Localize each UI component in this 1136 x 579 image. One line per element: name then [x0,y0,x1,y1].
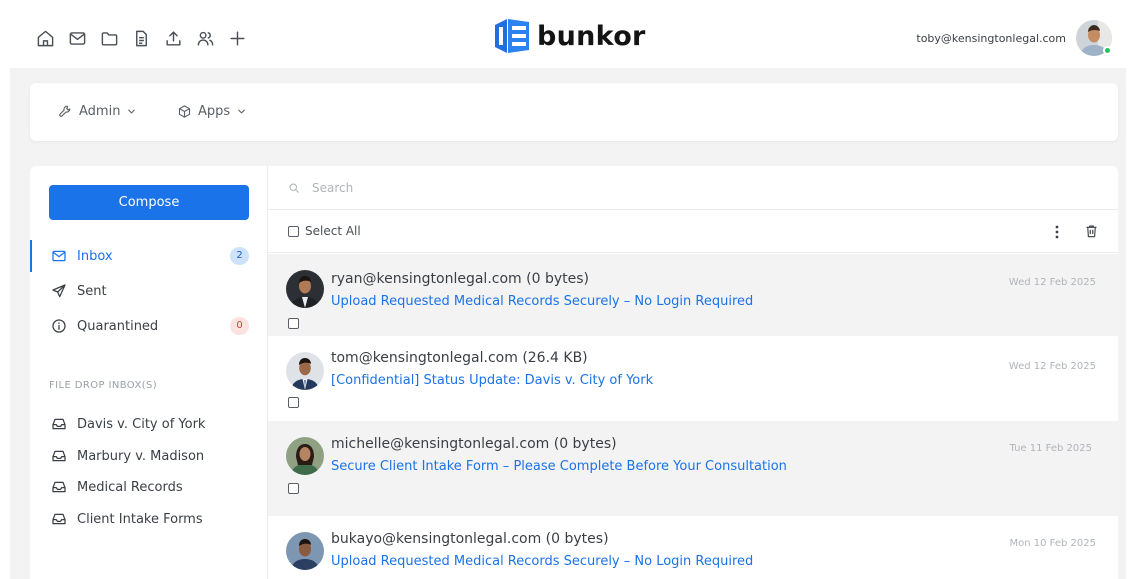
select-all-checkbox[interactable] [288,225,299,237]
file-drop-item[interactable]: Davis v. City of York [51,416,205,432]
logo[interactable]: bunkor [493,18,646,54]
inbox-tray-icon [51,448,67,464]
folder-icon[interactable] [100,29,119,48]
search-bar [268,166,1118,210]
top-nav-icons [36,29,247,48]
admin-menu[interactable]: Admin [58,104,137,119]
sidebar-item-label: Inbox [77,248,113,264]
message-row[interactable]: michelle@kensingtonlegal.com (0 bytes) S… [268,421,1118,516]
select-all-label: Select All [305,224,361,238]
logo-text: bunkor [537,20,646,52]
wrench-icon [58,104,73,119]
file-drop-section-title: FILE DROP INBOX(S) [49,380,158,391]
mail-sidebar: Compose Inbox 2 Sent Quarantined 0 FILE … [30,166,268,579]
file-drop-item[interactable]: Marbury v. Madison [51,448,204,464]
send-icon [51,283,67,299]
home-icon[interactable] [36,29,55,48]
quarantine-count-badge: 0 [230,317,249,335]
file-drop-item-label: Marbury v. Madison [77,448,205,464]
message-sender: bukayo@kensingtonlegal.com (0 bytes) [331,531,609,547]
message-checkbox[interactable] [288,318,299,329]
inbox-tray-icon [51,511,67,527]
message-date: Wed 12 Feb 2025 [1008,277,1096,288]
sidebar-item-label: Sent [77,283,107,299]
compose-button[interactable]: Compose [49,185,249,220]
message-subject[interactable]: Upload Requested Medical Records Securel… [331,554,753,569]
message-checkbox[interactable] [288,483,299,494]
file-drop-item-label: Medical Records [77,479,183,495]
mail-panel: Compose Inbox 2 Sent Quarantined 0 FILE … [30,166,1118,579]
admin-menu-label: Admin [79,104,121,119]
message-row[interactable]: ryan@kensingtonlegal.com (0 bytes) Uploa… [268,254,1118,336]
online-status-indicator [1103,46,1112,55]
info-icon [51,318,67,334]
file-drop-item-label: Davis v. City of York [77,416,206,432]
sender-avatar [286,437,324,475]
message-row[interactable]: bukayo@kensingtonlegal.com (0 bytes) Upl… [268,516,1118,579]
apps-menu-label: Apps [198,104,231,119]
chevron-down-icon [126,106,137,117]
file-drop-item[interactable]: Medical Records [51,479,183,495]
message-date: Mon 10 Feb 2025 [1009,538,1097,549]
document-icon[interactable] [132,29,151,48]
apps-menu[interactable]: Apps [177,104,247,119]
message-list-area: Select All ryan@kensingtonlegal.com (0 b… [268,166,1118,579]
user-menu[interactable]: toby@kensingtonlegal.com [916,20,1112,56]
message-subject[interactable]: [Confidential] Status Update: Davis v. C… [331,373,653,388]
message-toolbar: Select All [268,210,1118,253]
top-bar: bunkor toby@kensingtonlegal.com [0,0,1136,68]
inbox-tray-icon [51,416,67,432]
user-email: toby@kensingtonlegal.com [916,31,1066,45]
file-drop-item-label: Client Intake Forms [77,511,203,527]
admin-toolbar: Admin Apps [30,83,1118,141]
message-checkbox[interactable] [288,397,299,408]
message-subject[interactable]: Secure Client Intake Form – Please Compl… [331,459,787,474]
logo-mark-icon [493,18,531,54]
avatar[interactable] [1076,20,1112,56]
sender-avatar [286,270,324,308]
trash-icon[interactable] [1084,223,1099,239]
unread-count-badge: 2 [230,247,249,265]
mail-icon [51,248,67,264]
more-options-icon[interactable] [1054,224,1060,240]
sidebar-item-inbox[interactable]: Inbox 2 [30,240,267,272]
file-drop-item[interactable]: Client Intake Forms [51,511,203,527]
sidebar-item-sent[interactable]: Sent [30,275,267,307]
message-subject[interactable]: Upload Requested Medical Records Securel… [331,294,753,309]
sender-avatar [286,352,324,390]
chevron-down-icon [236,106,247,117]
plus-icon[interactable] [228,29,247,48]
message-date: Tue 11 Feb 2025 [1009,443,1093,454]
sender-avatar [286,532,324,570]
upload-icon[interactable] [164,29,183,48]
box-icon [177,104,192,119]
select-all[interactable]: Select All [288,224,361,238]
message-sender: ryan@kensingtonlegal.com (0 bytes) [331,271,589,287]
message-date: Wed 12 Feb 2025 [1008,361,1096,372]
inbox-tray-icon [51,479,67,495]
search-icon [288,182,300,194]
sidebar-item-quarantined[interactable]: Quarantined 0 [30,310,267,342]
search-input[interactable] [312,180,1012,195]
mail-icon[interactable] [68,29,87,48]
users-icon[interactable] [196,29,215,48]
message-sender: michelle@kensingtonlegal.com (0 bytes) [331,436,617,452]
sidebar-item-label: Quarantined [77,318,159,334]
message-sender: tom@kensingtonlegal.com (26.4 KB) [331,350,588,366]
message-row[interactable]: tom@kensingtonlegal.com (26.4 KB) [Confi… [268,336,1118,421]
